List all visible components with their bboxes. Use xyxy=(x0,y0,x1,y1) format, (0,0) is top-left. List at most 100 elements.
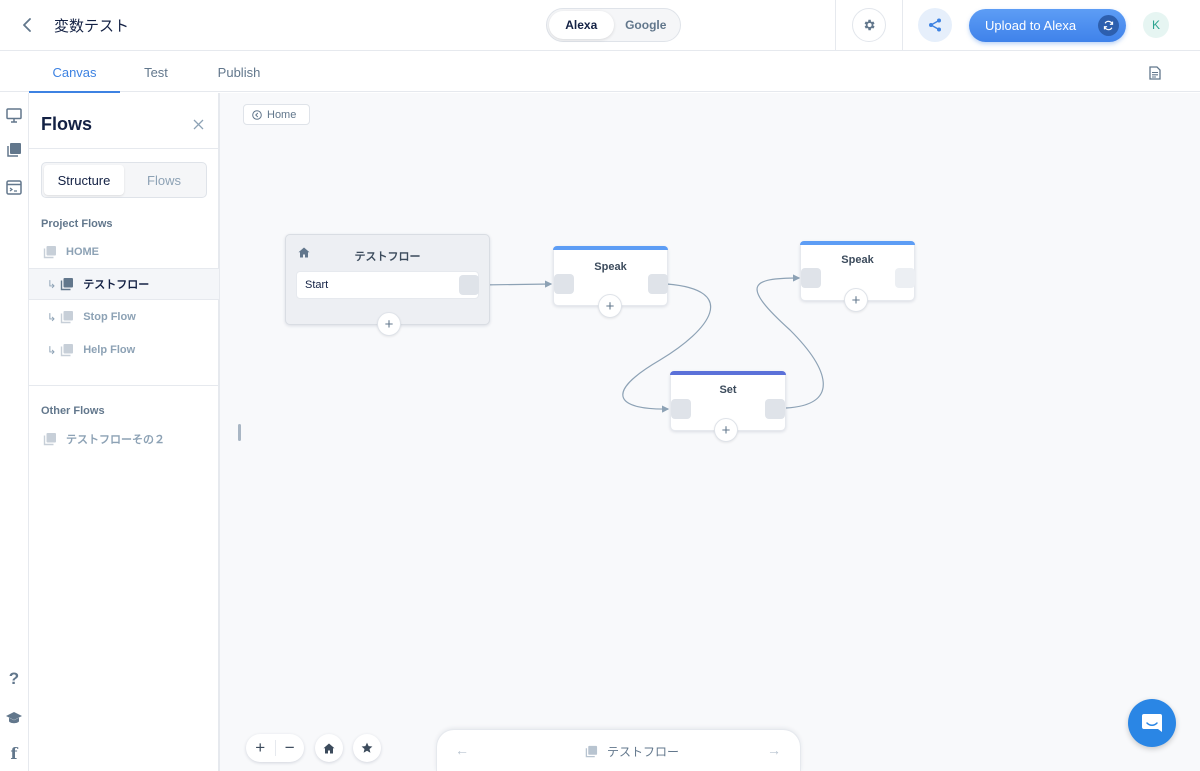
zoom-out-button[interactable]: − xyxy=(276,738,305,758)
share-icon xyxy=(929,18,941,32)
panel-divider xyxy=(29,385,219,386)
home-chip-label: Home xyxy=(267,108,297,121)
current-flow: テストフロー xyxy=(585,743,679,760)
upload-button-label: Upload to Alexa xyxy=(985,18,1077,33)
project-flows-label: Project Flows xyxy=(41,218,113,230)
home-chip[interactable]: Home xyxy=(243,104,310,125)
flow-item-label: テストフロー xyxy=(83,278,150,291)
start-block-title: テストフロー xyxy=(354,250,421,263)
rail-flows-button[interactable] xyxy=(4,140,24,160)
stack-icon xyxy=(43,433,56,446)
facebook-button[interactable]: f xyxy=(4,743,24,763)
input-port[interactable] xyxy=(554,274,574,294)
stack-icon xyxy=(61,278,74,291)
panel-segment-control: Structure Flows xyxy=(41,162,207,198)
flow-item-label: HOME xyxy=(66,246,99,258)
flow-item-label: テストフローその２ xyxy=(66,433,165,446)
output-port[interactable] xyxy=(459,275,479,295)
back-circle-icon xyxy=(252,109,262,120)
add-step-button[interactable]: + xyxy=(377,312,401,336)
favorite-button[interactable] xyxy=(353,734,381,762)
app-header: 変数テスト Alexa Google Upload to Alexa K xyxy=(0,0,1200,51)
platform-option-alexa[interactable]: Alexa xyxy=(549,11,614,39)
input-port[interactable] xyxy=(801,268,821,288)
branch-icon: ↳ xyxy=(47,278,57,291)
resize-handle[interactable] xyxy=(238,424,241,441)
graduation-cap-icon xyxy=(6,711,22,723)
chat-icon xyxy=(1142,714,1162,732)
tab-test[interactable]: Test xyxy=(120,52,192,92)
start-row: Start xyxy=(296,271,479,299)
document-icon xyxy=(1149,66,1161,80)
flow-item-stop-flow[interactable]: ↳ Stop Flow xyxy=(29,301,219,333)
stack-icon xyxy=(585,745,598,758)
chat-button[interactable] xyxy=(1128,699,1176,747)
panel-resize-gutter xyxy=(219,93,233,771)
document-button[interactable] xyxy=(1145,63,1165,83)
start-row-label: Start xyxy=(305,279,329,291)
zoom-in-button[interactable]: + xyxy=(246,738,275,758)
other-flows-label: Other Flows xyxy=(41,405,105,417)
input-port[interactable] xyxy=(671,399,691,419)
avatar[interactable]: K xyxy=(1143,12,1169,38)
icon-rail: ? f xyxy=(0,93,29,771)
stack-icon xyxy=(61,344,74,357)
flow-item-test-flow-2[interactable]: テストフローその２ xyxy=(29,423,219,455)
facebook-icon: f xyxy=(10,743,18,763)
add-step-button[interactable]: + xyxy=(714,418,738,442)
next-flow-button[interactable]: → xyxy=(767,742,781,758)
rail-display-button[interactable] xyxy=(4,105,24,125)
platform-option-google[interactable]: Google xyxy=(614,11,679,39)
header-divider xyxy=(902,0,903,51)
close-panel-button[interactable] xyxy=(189,115,207,133)
monitor-icon xyxy=(6,107,22,123)
zoom-controls: + − xyxy=(246,734,304,762)
tab-canvas[interactable]: Canvas xyxy=(29,52,120,93)
chevron-left-icon xyxy=(23,18,31,32)
rail-code-button[interactable] xyxy=(4,177,24,197)
header-divider xyxy=(835,0,836,51)
flow-navigator: ← テストフロー → xyxy=(436,729,801,771)
output-port[interactable] xyxy=(648,274,668,294)
speak-block-title: Speak xyxy=(841,254,874,266)
flows-panel: Flows Structure Flows Project Flows HOME… xyxy=(29,93,219,771)
segment-structure[interactable]: Structure xyxy=(44,165,124,195)
output-port[interactable] xyxy=(765,399,785,419)
refresh-icon xyxy=(1098,15,1119,36)
flow-item-test-flow[interactable]: ↳ テストフロー xyxy=(29,268,219,300)
tab-publish[interactable]: Publish xyxy=(192,52,286,92)
platform-toggle: Alexa Google xyxy=(546,8,681,42)
academy-button[interactable] xyxy=(4,707,24,727)
speak-block-title: Speak xyxy=(594,261,627,273)
share-button[interactable] xyxy=(918,8,952,42)
set-block-title: Set xyxy=(719,384,737,396)
flow-item-home[interactable]: HOME xyxy=(29,236,219,268)
panel-divider xyxy=(29,148,219,149)
canvas-home-button[interactable] xyxy=(315,734,343,762)
flow-item-label: Stop Flow xyxy=(83,311,136,323)
tabs-bar: Canvas Test Publish xyxy=(0,52,1200,93)
project-title: 変数テスト xyxy=(54,17,130,35)
gear-icon xyxy=(864,19,875,31)
question-icon: ? xyxy=(8,669,20,688)
current-flow-name: テストフロー xyxy=(607,745,680,759)
back-button[interactable] xyxy=(14,12,40,38)
previous-flow-button[interactable]: ← xyxy=(455,742,469,758)
flow-item-label: Help Flow xyxy=(83,344,136,356)
branch-icon: ↳ xyxy=(47,344,57,357)
stack-icon xyxy=(61,311,74,324)
branch-icon: ↳ xyxy=(47,311,57,324)
add-step-button[interactable]: + xyxy=(598,294,622,318)
home-icon xyxy=(323,743,335,753)
add-step-button[interactable]: + xyxy=(844,288,868,312)
flow-item-help-flow[interactable]: ↳ Help Flow xyxy=(29,334,219,366)
segment-flows[interactable]: Flows xyxy=(124,165,204,195)
help-button[interactable]: ? xyxy=(4,669,24,689)
upload-button[interactable]: Upload to Alexa xyxy=(969,9,1126,42)
terminal-icon xyxy=(6,179,22,195)
close-icon xyxy=(193,119,203,129)
stack-icon xyxy=(43,246,56,259)
star-icon xyxy=(361,742,373,753)
settings-button[interactable] xyxy=(852,8,886,42)
output-port[interactable] xyxy=(895,268,915,288)
